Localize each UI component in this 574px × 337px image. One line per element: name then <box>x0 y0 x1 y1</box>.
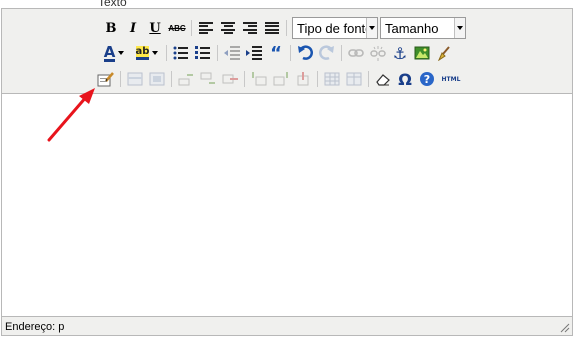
toolbar-separator <box>286 20 287 36</box>
toolbar-separator <box>166 45 167 61</box>
strikethrough-button[interactable]: ABC <box>167 18 187 38</box>
align-justify-icon <box>265 22 279 34</box>
toolbar-separator <box>171 71 172 87</box>
bullet-list-button[interactable] <box>171 43 191 63</box>
highlight-color-button[interactable]: ab <box>132 43 162 63</box>
font-color-button[interactable]: A <box>101 43 127 63</box>
layer-properties-icon <box>149 72 165 86</box>
insert-row-before-button[interactable] <box>176 69 196 89</box>
blockquote-button[interactable]: “ <box>266 43 286 64</box>
align-center-icon <box>221 22 235 34</box>
align-justify-button[interactable] <box>262 18 282 38</box>
italic-button[interactable]: I <box>123 18 143 38</box>
unlink-button[interactable] <box>368 43 388 63</box>
outdent-button[interactable] <box>222 43 242 63</box>
toolbar-separator <box>341 45 342 61</box>
font-size-select-value: Tamanho <box>385 20 439 36</box>
insert-column-before-button[interactable] <box>249 69 269 89</box>
status-bar-path: Endereço: p <box>5 321 65 333</box>
layer-icon <box>127 72 143 86</box>
toolbar-separator <box>317 71 318 87</box>
chevron-down-icon <box>152 51 159 55</box>
insert-row-after-button[interactable] <box>198 69 218 89</box>
highlight-icon: ab <box>135 46 150 60</box>
resize-handle-icon[interactable] <box>560 323 570 333</box>
layer-properties-button[interactable] <box>147 69 167 89</box>
delete-column-icon <box>297 72 309 86</box>
anchor-button[interactable]: ⚓ <box>390 43 410 63</box>
toolbar-row-3: Ω ? HTML <box>95 67 464 91</box>
chevron-down-icon <box>366 18 377 38</box>
font-family-select[interactable]: Tipo de fonte <box>292 17 378 39</box>
toolbar-separator <box>120 71 121 87</box>
underline-button[interactable]: U <box>145 18 165 38</box>
column-after-icon <box>273 72 288 86</box>
insert-layer-button[interactable] <box>125 69 145 89</box>
remove-format-button[interactable] <box>373 69 393 89</box>
edit-css-style-button[interactable] <box>96 69 116 89</box>
delete-column-button[interactable] <box>293 69 313 89</box>
font-color-icon: A <box>103 42 116 62</box>
align-left-button[interactable] <box>196 18 216 38</box>
toolbar-row-2: A ab “ ⚓ <box>100 41 455 65</box>
table-properties-icon <box>346 72 362 86</box>
insert-column-after-button[interactable] <box>271 69 291 89</box>
table-properties-button[interactable] <box>344 69 364 89</box>
annotation-arrow-icon <box>47 88 95 142</box>
unlink-icon <box>370 46 386 61</box>
toolbar-separator <box>290 45 291 61</box>
delete-row-icon <box>222 74 238 84</box>
chevron-down-icon <box>118 51 125 55</box>
toolbar-row-1: B I U ABC Tipo de fonte Tamanho <box>100 16 466 40</box>
redo-icon <box>319 45 334 60</box>
indent-button[interactable] <box>244 43 264 63</box>
toolbar-separator <box>368 71 369 87</box>
align-left-icon <box>199 22 213 34</box>
rich-text-editor: B I U ABC Tipo de fonte Tamanho A ab “ ⚓… <box>1 8 573 336</box>
broom-icon <box>438 46 450 61</box>
bold-button[interactable]: B <box>101 18 121 38</box>
help-icon: ? <box>420 72 434 86</box>
insert-link-button[interactable] <box>346 43 366 63</box>
toolbar-separator <box>244 71 245 87</box>
font-size-select[interactable]: Tamanho <box>380 17 466 39</box>
indent-icon <box>246 46 262 60</box>
eraser-icon <box>376 74 390 86</box>
outdent-icon <box>224 46 240 60</box>
font-family-select-value: Tipo de fonte <box>297 20 366 36</box>
edit-style-icon <box>97 72 114 87</box>
help-button[interactable]: ? <box>417 69 437 89</box>
bullet-list-icon <box>173 46 188 60</box>
special-char-button[interactable]: Ω <box>395 69 415 89</box>
cleanup-button[interactable] <box>434 43 454 63</box>
insert-table-button[interactable] <box>322 69 342 89</box>
undo-icon <box>298 45 313 60</box>
chevron-down-icon <box>454 18 465 38</box>
toolbar-separator <box>191 20 192 36</box>
redo-button[interactable] <box>317 43 337 63</box>
delete-row-button[interactable] <box>220 69 240 89</box>
column-before-icon <box>252 72 267 86</box>
align-right-icon <box>243 22 257 34</box>
numbered-list-icon <box>195 46 210 59</box>
toolbar-separator <box>217 45 218 61</box>
align-center-button[interactable] <box>218 18 238 38</box>
link-icon <box>348 49 364 57</box>
undo-button[interactable] <box>295 43 315 63</box>
numbered-list-button[interactable] <box>193 43 213 63</box>
align-right-button[interactable] <box>240 18 260 38</box>
insert-image-button[interactable] <box>412 43 432 63</box>
row-before-icon <box>178 74 193 86</box>
table-icon <box>324 72 340 86</box>
row-after-icon <box>200 72 215 84</box>
image-icon <box>414 46 430 60</box>
html-source-button[interactable]: HTML <box>439 69 463 89</box>
